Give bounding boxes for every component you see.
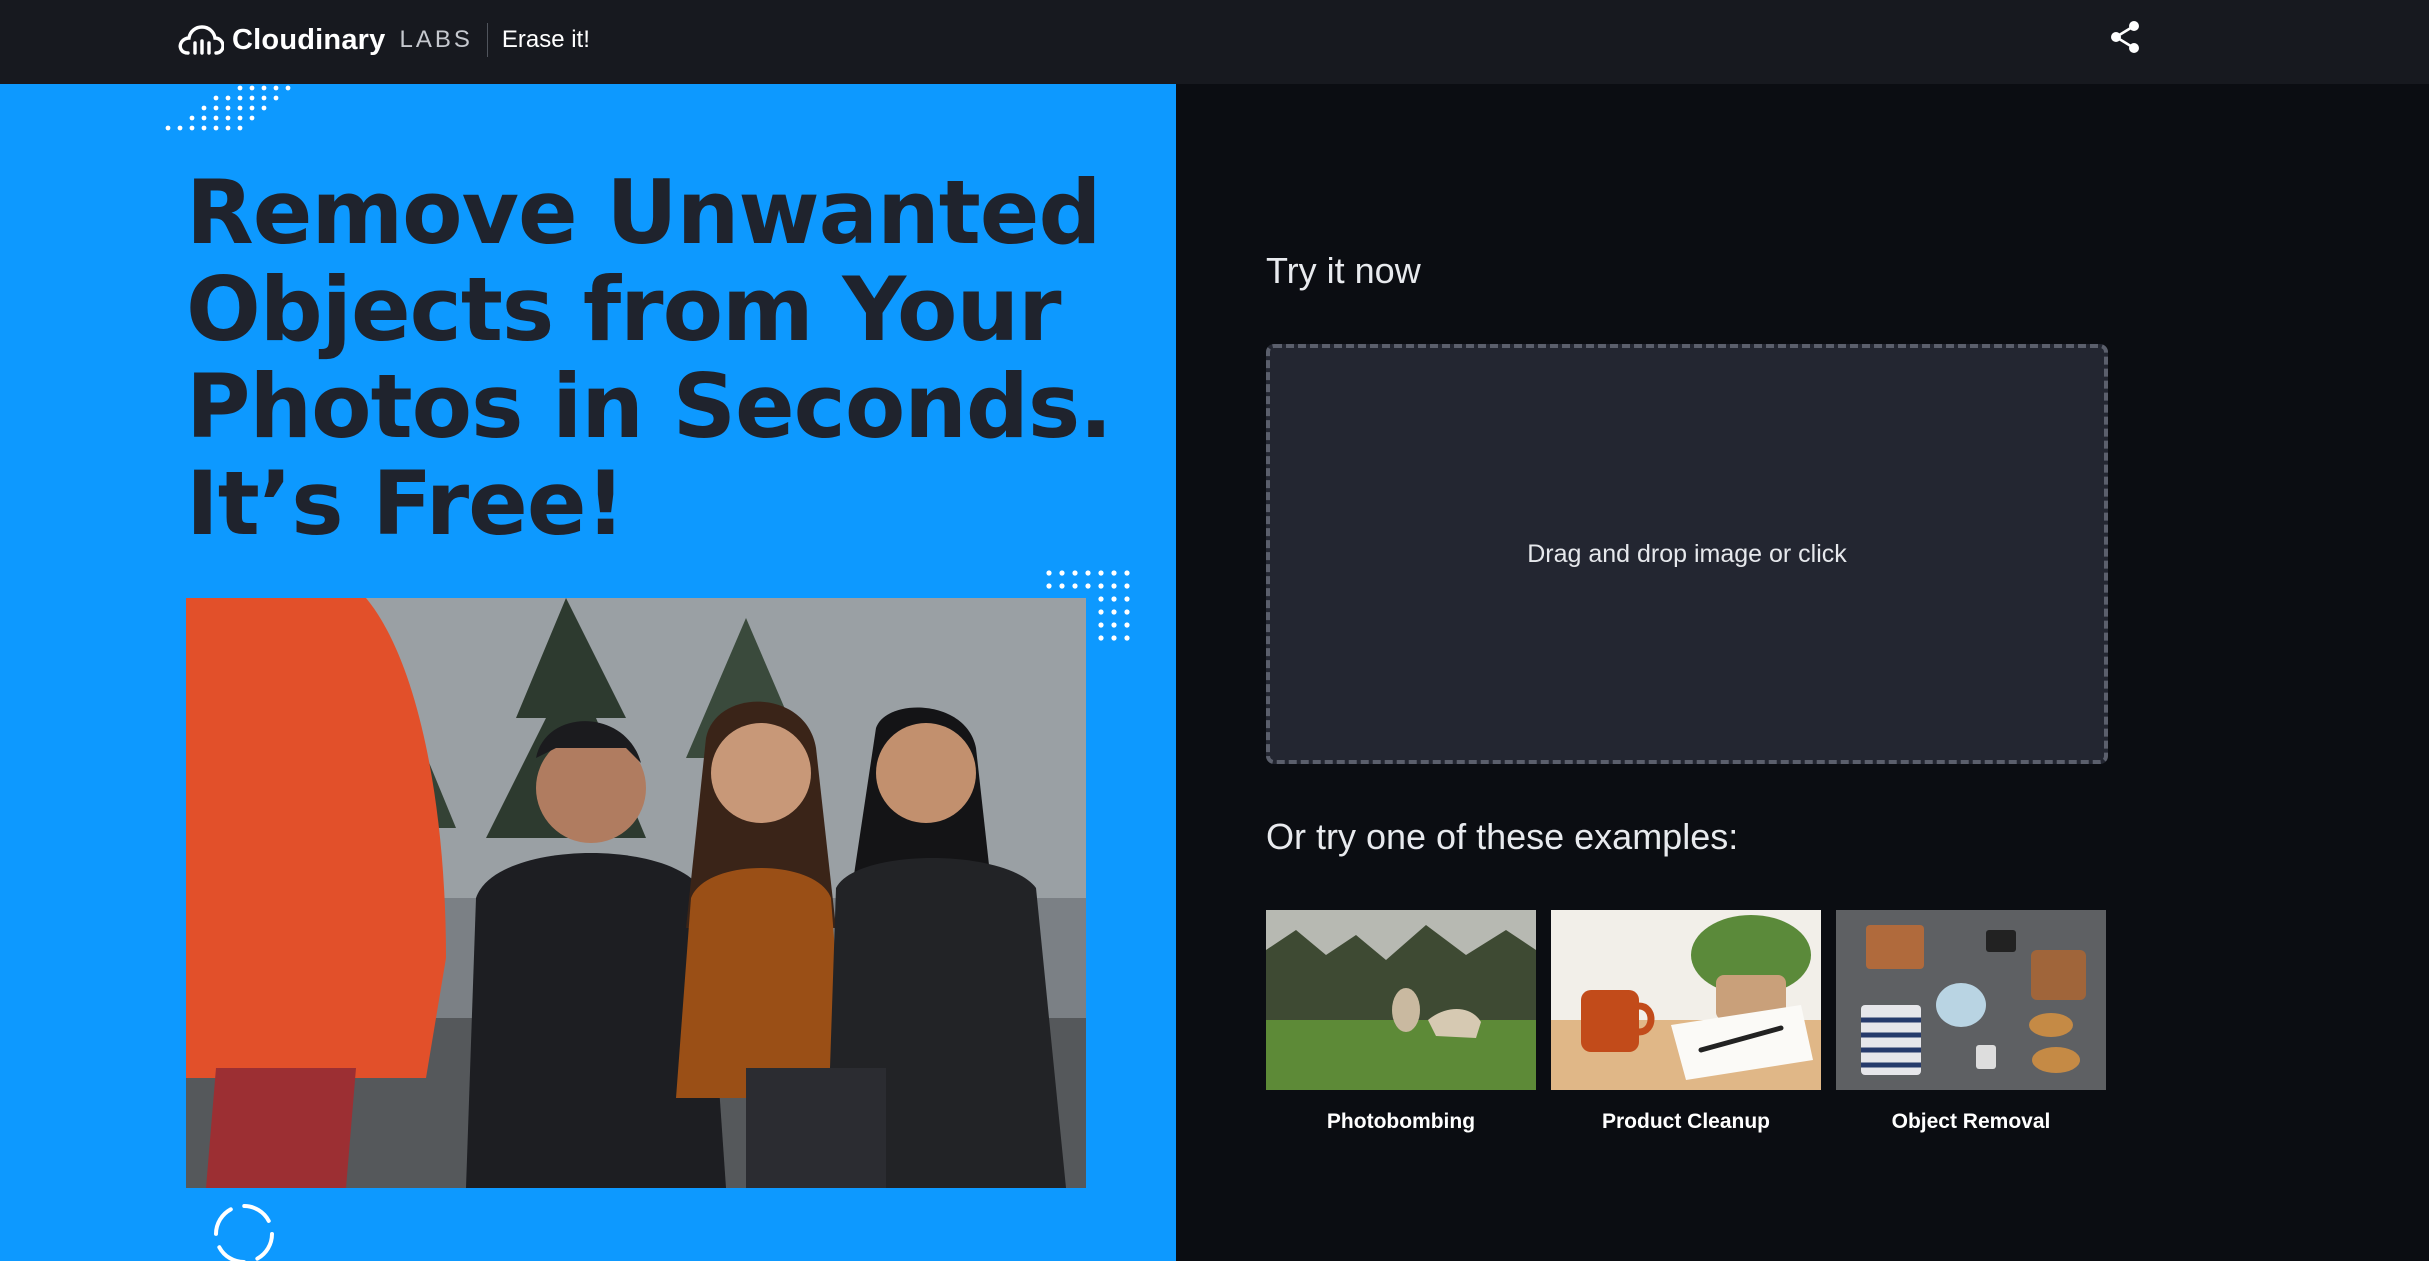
headline-line: It’s Free! (186, 452, 626, 555)
example-photobombing[interactable]: Photobombing (1266, 910, 1536, 1134)
example-label: Photobombing (1326, 1110, 1476, 1133)
upload-panel: Try it now Drag and drop image or click … (1176, 84, 2429, 1261)
labs-label: LABS (399, 26, 473, 53)
hero-headline: Remove Unwanted Objects from Your Photos… (186, 164, 1116, 552)
coffee-desk-thumbnail (1551, 910, 1821, 1090)
headline-line: Photos in Seconds. (186, 355, 1113, 458)
example-thumbnail (1266, 910, 1536, 1090)
hero-panel: Remove Unwanted Objects from Your Photos… (0, 84, 1176, 1261)
loading-spinner-icon (214, 1204, 274, 1261)
examples-heading: Or try one of these examples: (1266, 816, 1739, 857)
example-label: Object Removal (1891, 1110, 2051, 1133)
decorative-dots (165, 85, 291, 131)
cloudinary-logo[interactable]: Cloudinary LABS Erase it! (178, 18, 590, 62)
example-label: Product Cleanup (1601, 1110, 1770, 1133)
flatlay-items-thumbnail (1836, 910, 2106, 1090)
share-icon[interactable] (2106, 18, 2144, 56)
example-object-removal[interactable]: Object Removal (1836, 910, 2106, 1134)
image-dropzone[interactable]: Drag and drop image or click (1266, 344, 2108, 764)
demo-photo (186, 598, 1086, 1188)
example-thumbnail (1551, 910, 1821, 1090)
dropzone-label: Drag and drop image or click (1527, 539, 1847, 568)
product-name: Erase it! (501, 26, 590, 53)
demo-photo-illustration (186, 598, 1086, 1188)
try-it-now-heading: Try it now (1266, 250, 1421, 291)
top-bar: Cloudinary LABS Erase it! (0, 0, 2429, 84)
example-product-cleanup[interactable]: Product Cleanup (1551, 910, 1821, 1134)
headline-line: Remove Unwanted (186, 161, 1101, 264)
cloud-logo-icon (178, 25, 224, 55)
deer-field-thumbnail (1266, 910, 1536, 1090)
example-thumbnail (1836, 910, 2106, 1090)
header-divider (486, 23, 488, 57)
brand-name: Cloudinary (232, 23, 386, 56)
headline-line: Objects from Your (186, 258, 1062, 361)
